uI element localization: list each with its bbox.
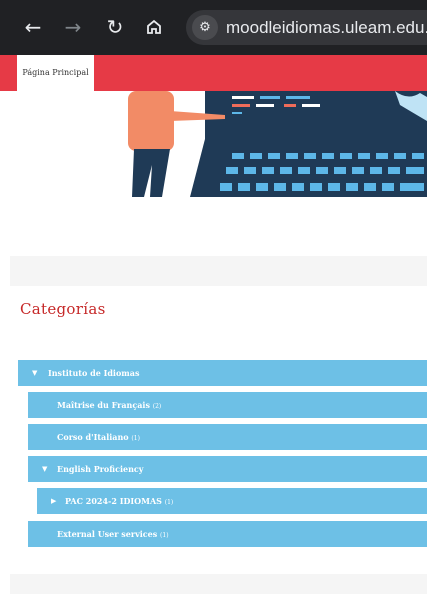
caret-down-icon[interactable]: ▼ xyxy=(32,360,37,386)
category-pac-2024-2-idiomas[interactable]: ▶ PAC 2024-2 IDIOMAS (1) xyxy=(37,488,427,514)
category-label[interactable]: Maîtrise du Français (2) xyxy=(57,392,161,420)
category-count: (2) xyxy=(152,403,162,410)
category-external-user-services[interactable]: External User services (1) xyxy=(28,521,427,547)
gray-footer-strip xyxy=(10,574,427,594)
category-count: (1) xyxy=(160,532,169,539)
forward-arrow-icon[interactable]: → xyxy=(60,14,86,40)
gray-divider xyxy=(10,256,427,286)
home-icon[interactable] xyxy=(141,14,167,40)
category-maitrise-du-francais[interactable]: Maîtrise du Français (2) xyxy=(28,392,427,418)
category-label[interactable]: External User services (1) xyxy=(57,521,169,549)
category-corso-d-italiano[interactable]: Corso d'Italiano (1) xyxy=(28,424,427,450)
site-info-icon[interactable]: ⚙ xyxy=(192,15,218,40)
caret-right-icon[interactable]: ▶ xyxy=(51,488,56,514)
address-bar[interactable]: ⚙ moodleidiomas.uleam.edu.ec xyxy=(186,10,427,45)
caret-down-icon[interactable]: ▼ xyxy=(42,456,47,482)
site-navbar: Página Principal xyxy=(0,55,427,91)
nav-home-tab[interactable]: Página Principal xyxy=(17,55,94,91)
reload-icon[interactable]: ↻ xyxy=(102,14,128,40)
back-arrow-icon[interactable]: ← xyxy=(20,14,46,40)
banner-illustration xyxy=(10,91,427,197)
category-count: (1) xyxy=(131,435,140,442)
category-label[interactable]: Corso d'Italiano (1) xyxy=(57,424,140,452)
category-english-proficiency[interactable]: ▼ English Proficiency xyxy=(28,456,427,482)
categories-heading: Categorías xyxy=(20,300,106,318)
browser-toolbar: ← → ↻ ⚙ moodleidiomas.uleam.edu.ec xyxy=(0,0,427,55)
category-label[interactable]: PAC 2024-2 IDIOMAS (1) xyxy=(65,488,173,516)
url-text[interactable]: moodleidiomas.uleam.edu.ec xyxy=(226,10,427,45)
category-label[interactable]: English Proficiency xyxy=(57,456,143,482)
category-label[interactable]: Instituto de Idiomas xyxy=(48,360,139,386)
category-count: (1) xyxy=(164,499,174,506)
category-instituto-de-idiomas[interactable]: ▼ Instituto de Idiomas xyxy=(18,360,427,386)
